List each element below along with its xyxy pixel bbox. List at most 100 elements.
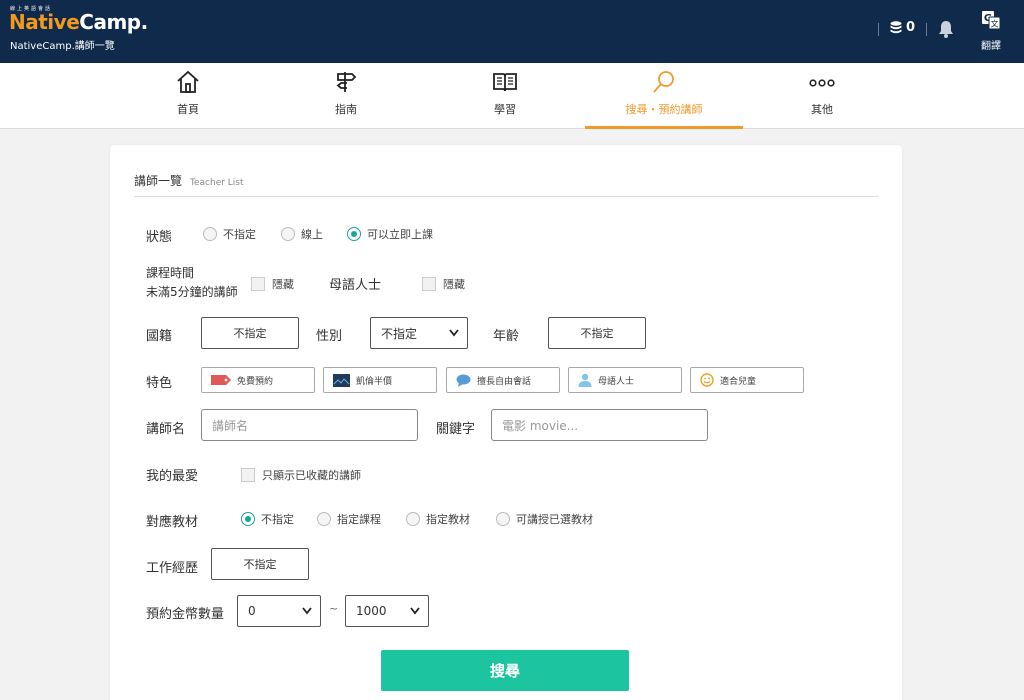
coins-max-value: 1000 bbox=[356, 604, 387, 618]
chat-icon bbox=[456, 374, 471, 387]
radio-label: 線上 bbox=[301, 228, 323, 241]
nav-home-label: 首頁 bbox=[177, 103, 199, 116]
feature-half-price[interactable]: 凱倫半價 bbox=[323, 367, 437, 393]
checkbox-label: 只顯示已收藏的講師 bbox=[262, 469, 361, 482]
lesson-time-label-line1: 課程時間 bbox=[146, 266, 195, 280]
search-button[interactable]: 搜尋 bbox=[381, 650, 629, 691]
nav-search-teacher[interactable]: 搜尋・預約講師 bbox=[585, 63, 743, 129]
coins-min-select[interactable]: 0 bbox=[237, 595, 321, 627]
age-label: 年齡 bbox=[493, 329, 520, 344]
teacher-name-label: 講師名 bbox=[146, 422, 186, 437]
svg-text:文: 文 bbox=[991, 19, 999, 29]
nav-home[interactable]: 首頁 bbox=[109, 63, 267, 129]
logo-part-camp: Camp. bbox=[79, 10, 148, 34]
nav-study[interactable]: 學習 bbox=[426, 63, 584, 129]
feature-kids-friendly[interactable]: 適合兒童 bbox=[690, 367, 804, 393]
feature-label: 凱倫半價 bbox=[356, 376, 393, 387]
nav-guide[interactable]: 指南 bbox=[267, 63, 425, 129]
photo-icon bbox=[333, 373, 350, 387]
coins-min-value: 0 bbox=[248, 604, 256, 618]
coins-max-select[interactable]: 1000 bbox=[345, 595, 429, 627]
materials-option-any[interactable]: 不指定 bbox=[241, 511, 294, 527]
feature-free-booking[interactable]: 免費預約 bbox=[201, 367, 315, 393]
checkbox-box bbox=[422, 277, 436, 291]
lesson-time-label-line2: 未滿5分鐘的講師 bbox=[146, 285, 238, 299]
radio-circle-selected bbox=[241, 512, 255, 526]
features-label: 特色 bbox=[146, 376, 173, 391]
feature-label: 免費預約 bbox=[237, 376, 274, 387]
radio-circle bbox=[281, 227, 295, 241]
radio-label: 不指定 bbox=[261, 513, 294, 526]
chevron-down-icon bbox=[410, 607, 420, 615]
coin-balance[interactable]: 0 bbox=[890, 20, 915, 35]
gender-select-value: 不指定 bbox=[381, 326, 418, 341]
radio-circle bbox=[203, 227, 217, 241]
nationality-select[interactable]: 不指定 bbox=[201, 317, 299, 349]
materials-option-selected-textbook[interactable]: 可講授已選教材 bbox=[496, 511, 593, 527]
card-title: 講師一覽 Teacher List bbox=[134, 172, 244, 189]
translate-button[interactable]: G 文 翻譯 bbox=[977, 10, 1005, 52]
keyword-input[interactable]: 電影 movie... bbox=[491, 409, 708, 441]
bell-icon bbox=[939, 21, 953, 38]
chevron-down-icon bbox=[449, 329, 459, 337]
home-icon bbox=[177, 70, 199, 93]
nav-guide-label: 指南 bbox=[335, 103, 357, 116]
coin-count: 0 bbox=[906, 20, 916, 35]
more-icon bbox=[809, 79, 835, 87]
top-header: 線上英語會話 NativeCamp. NativeCamp.講師一覽 0 G 文… bbox=[0, 0, 1024, 63]
experience-select[interactable]: 不指定 bbox=[211, 548, 309, 580]
feature-label: 母語人士 bbox=[598, 376, 635, 387]
radio-label: 指定課程 bbox=[337, 513, 381, 526]
card-title-en: Teacher List bbox=[190, 178, 244, 188]
hide-short-lesson-checkbox[interactable]: 隱藏 bbox=[251, 276, 294, 292]
nativecamp-logo[interactable]: NativeCamp. bbox=[9, 10, 148, 34]
radio-circle bbox=[496, 512, 510, 526]
logo-part-native: Native bbox=[9, 10, 80, 34]
native-label: 母語人士 bbox=[329, 278, 382, 293]
feature-label: 適合兒童 bbox=[720, 376, 757, 387]
main-navigation: 首頁 指南 學習 搜尋・預約講師 其他 bbox=[0, 63, 1024, 129]
materials-label: 對應教材 bbox=[146, 515, 199, 530]
coins-range-label: 預約金幣數量 bbox=[146, 607, 225, 622]
teacher-name-input[interactable]: 講師名 bbox=[201, 409, 418, 441]
checkbox-box bbox=[251, 277, 265, 291]
coin-stack-icon bbox=[890, 20, 902, 33]
materials-option-textbook[interactable]: 指定教材 bbox=[406, 511, 470, 527]
teacher-search-card: 講師一覽 Teacher List 狀態 不指定 線上 可以立即上課 課程時間 未… bbox=[110, 145, 902, 700]
nav-other-label: 其他 bbox=[811, 103, 833, 116]
person-icon bbox=[578, 373, 592, 387]
radio-circle bbox=[317, 512, 331, 526]
tag-icon bbox=[211, 375, 231, 385]
status-option-any[interactable]: 不指定 bbox=[203, 226, 256, 242]
feature-native-speaker[interactable]: 母語人士 bbox=[568, 367, 682, 393]
nav-other[interactable]: 其他 bbox=[743, 63, 901, 129]
status-option-online[interactable]: 線上 bbox=[281, 226, 323, 242]
status-option-available-now[interactable]: 可以立即上課 bbox=[347, 226, 433, 242]
materials-option-course[interactable]: 指定課程 bbox=[317, 511, 381, 527]
range-separator: ~ bbox=[329, 602, 339, 615]
gender-select[interactable]: 不指定 bbox=[370, 317, 468, 349]
radio-label: 不指定 bbox=[223, 228, 256, 241]
favorites-label: 我的最愛 bbox=[146, 469, 199, 484]
gender-label: 性別 bbox=[316, 329, 343, 344]
nationality-label: 國籍 bbox=[146, 329, 173, 344]
feature-label: 擅長自由會話 bbox=[477, 376, 532, 387]
favorites-only-checkbox[interactable]: 只顯示已收藏的講師 bbox=[241, 467, 361, 483]
translate-icon: G 文 bbox=[982, 11, 1001, 30]
nav-study-label: 學習 bbox=[494, 103, 516, 116]
notification-bell[interactable] bbox=[938, 20, 954, 42]
magnifier-icon bbox=[653, 71, 674, 93]
status-label: 狀態 bbox=[146, 230, 173, 245]
radio-label: 指定教材 bbox=[426, 513, 470, 526]
keyword-label: 關鍵字 bbox=[436, 422, 476, 437]
radio-circle-selected bbox=[347, 227, 361, 241]
age-select[interactable]: 不指定 bbox=[548, 317, 646, 349]
feature-free-conversation[interactable]: 擅長自由會話 bbox=[446, 367, 560, 393]
book-icon bbox=[493, 73, 517, 92]
checkbox-label: 隱藏 bbox=[272, 278, 294, 291]
checkbox-box bbox=[241, 468, 255, 482]
smile-icon bbox=[700, 373, 714, 387]
radio-circle bbox=[406, 512, 420, 526]
chevron-down-icon bbox=[302, 607, 312, 615]
hide-native-checkbox[interactable]: 隱藏 bbox=[422, 276, 465, 292]
